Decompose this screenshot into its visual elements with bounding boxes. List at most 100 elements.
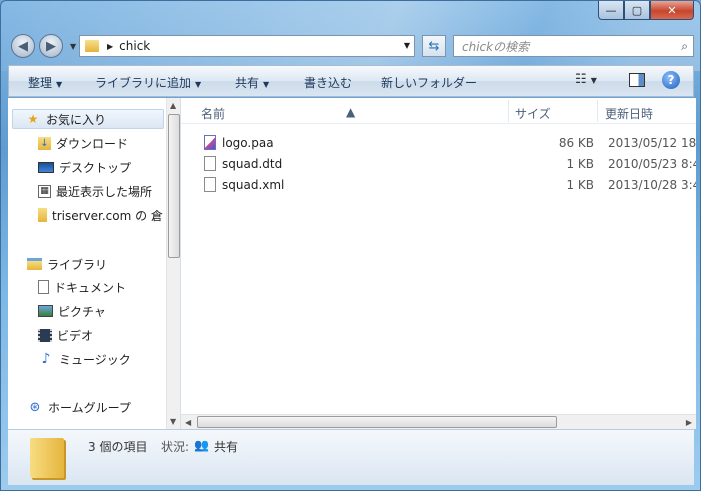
sidebar-item-label: デスクトップ <box>59 160 132 175</box>
column-header-modified[interactable]: 更新日時 <box>605 105 653 122</box>
column-header-name[interactable]: 名前 <box>201 105 225 122</box>
chevron-down-icon: ▼ <box>195 80 202 89</box>
state-value: 共有 <box>214 440 239 454</box>
address-dropdown-icon[interactable]: ▼ <box>404 41 410 50</box>
search-icon[interactable]: ⌕ <box>681 39 688 54</box>
folder-icon <box>85 40 99 52</box>
file-row[interactable]: logo.paa 86 KB 2013/05/12 18: <box>201 133 696 153</box>
scroll-left-icon[interactable]: ◀ <box>185 418 191 427</box>
column-header-size[interactable]: サイズ <box>515 105 551 122</box>
new-folder-button[interactable]: 新しいフォルダー <box>381 74 477 91</box>
homegroup-icon: ⊛ <box>29 399 41 415</box>
file-scroll-thumb[interactable] <box>197 416 557 428</box>
file-horizontal-scrollbar[interactable]: ◀ ▶ <box>181 414 696 429</box>
sidebar-item-music[interactable]: ♪ ミュージック <box>38 349 180 369</box>
recent-places-icon: ▦ <box>38 184 51 198</box>
forward-arrow-icon: ▶ <box>46 38 56 54</box>
add-to-library-label: ライブラリに追加 <box>95 76 192 90</box>
sidebar-item-label: triserver.com の 倉 <box>52 208 163 223</box>
column-divider[interactable] <box>508 100 509 122</box>
nav-scroll-thumb[interactable] <box>168 114 180 258</box>
scroll-down-icon[interactable]: ▼ <box>170 417 176 426</box>
sort-ascending-icon: ▲ <box>346 105 356 119</box>
file-name: logo.paa <box>222 136 274 150</box>
back-button[interactable]: ◀ <box>11 34 35 58</box>
scroll-right-icon[interactable]: ▶ <box>686 418 692 427</box>
sidebar-item-label: ダウンロード <box>56 136 129 151</box>
command-bar: 整理 ▼ ライブラリに追加 ▼ 共有 ▼ 書き込む 新しいフォルダー ☷ ▼ ? <box>8 65 694 97</box>
sidebar-item-documents[interactable]: ドキュメント <box>38 277 180 297</box>
sidebar-item-downloads[interactable]: ↓ ダウンロード <box>38 133 180 153</box>
chevron-down-icon: ▼ <box>56 80 63 89</box>
organize-label: 整理 <box>28 76 53 90</box>
sidebar-item-libraries[interactable]: ライブラリ <box>27 254 180 274</box>
details-pane: 3 個の項目 状況: 👥 共有 <box>8 429 694 485</box>
back-arrow-icon: ◀ <box>18 38 28 54</box>
sidebar-item-label: ミュージック <box>59 352 131 367</box>
nav-vertical-scrollbar[interactable]: ▲ ▼ <box>166 98 180 429</box>
sidebar-item-favorites[interactable]: ★ お気に入り <box>12 109 164 129</box>
view-options-button[interactable]: ☷ ▼ <box>575 72 597 87</box>
burn-button[interactable]: 書き込む <box>304 74 352 91</box>
folder-icon <box>38 208 47 222</box>
navigation-bar: ◀ ▶ ▼ ▶ chick ▼ ⇆ chickの検索 ⌕ <box>9 32 694 60</box>
search-input[interactable]: chickの検索 <box>462 38 529 55</box>
video-icon <box>38 328 52 342</box>
sidebar-item-recent-places[interactable]: ▦ 最近表示した場所 <box>38 181 180 201</box>
organize-button[interactable]: 整理 ▼ <box>28 74 62 91</box>
add-to-library-button[interactable]: ライブラリに追加 ▼ <box>95 74 201 91</box>
picture-icon <box>38 305 53 317</box>
chevron-down-icon: ▼ <box>263 80 270 89</box>
library-icon <box>27 258 42 270</box>
file-modified: 2013/05/12 18: <box>608 136 696 150</box>
sidebar-item-pictures[interactable]: ピクチャ <box>38 301 180 321</box>
file-size: 86 KB <box>558 136 594 150</box>
recent-pages-dropdown[interactable]: ▼ <box>70 42 76 51</box>
help-button[interactable]: ? <box>662 71 680 89</box>
refresh-button[interactable]: ⇆ <box>422 35 446 57</box>
shared-users-icon: 👥 <box>194 438 209 452</box>
file-name: squad.dtd <box>222 157 283 171</box>
close-button[interactable]: ✕ <box>650 1 694 20</box>
forward-button[interactable]: ▶ <box>39 34 63 58</box>
file-row[interactable]: squad.xml 1 KB 2013/10/28 3:4 <box>201 175 696 195</box>
column-header-row: ▲ 名前 サイズ 更新日時 <box>181 98 696 124</box>
chevron-down-icon: ▼ <box>590 76 597 85</box>
sidebar-item-label: ホームグループ <box>48 400 131 415</box>
search-box[interactable]: chickの検索 ⌕ <box>453 35 694 57</box>
desktop-icon <box>38 161 54 173</box>
document-icon <box>38 280 49 294</box>
scroll-up-icon[interactable]: ▲ <box>170 101 176 110</box>
sidebar-item-videos[interactable]: ビデオ <box>38 325 180 345</box>
view-list-icon: ☷ <box>575 72 587 87</box>
file-modified: 2010/05/23 8:4 <box>608 157 696 171</box>
caption-buttons: — ▢ ✕ <box>598 1 694 21</box>
breadcrumb-chevron-icon[interactable]: ▶ <box>107 42 113 51</box>
address-bar[interactable]: ▶ chick ▼ <box>79 35 415 57</box>
download-folder-icon: ↓ <box>38 136 51 150</box>
column-divider[interactable] <box>597 100 598 122</box>
help-icon: ? <box>667 73 675 87</box>
file-list: ▲ 名前 サイズ 更新日時 logo.paa 86 KB 2013/05/12 … <box>181 98 696 429</box>
folder-icon <box>30 438 64 478</box>
sidebar-item-desktop[interactable]: デスクトップ <box>38 157 180 177</box>
sidebar-item-triserver[interactable]: triserver.com の 倉 <box>38 205 180 225</box>
sidebar-item-label: 最近表示した場所 <box>56 184 153 199</box>
paa-file-icon <box>204 135 216 150</box>
music-icon: ♪ <box>41 351 51 367</box>
navigation-pane: ★ お気に入り ↓ ダウンロード デスクトップ ▦ 最近表示した場所 trise… <box>8 98 181 429</box>
star-icon: ★ <box>27 112 39 126</box>
text-file-icon <box>204 156 216 171</box>
sidebar-item-homegroup[interactable]: ⊛ ホームグループ <box>27 397 180 417</box>
file-row[interactable]: squad.dtd 1 KB 2010/05/23 8:4 <box>201 154 696 174</box>
breadcrumb-chick[interactable]: chick <box>119 39 150 53</box>
file-size: 1 KB <box>566 157 594 171</box>
sidebar-item-label: お気に入り <box>46 112 107 127</box>
explorer-window: — ▢ ✕ ◀ ▶ ▼ ▶ chick ▼ ⇆ chickの検索 ⌕ 整理 ▼ ラ… <box>0 0 701 491</box>
share-button[interactable]: 共有 ▼ <box>235 74 269 91</box>
refresh-icon: ⇆ <box>428 38 440 54</box>
sidebar-item-label: ピクチャ <box>58 304 106 319</box>
minimize-button[interactable]: — <box>598 1 624 20</box>
maximize-button[interactable]: ▢ <box>624 1 650 20</box>
preview-pane-button[interactable] <box>629 73 645 87</box>
